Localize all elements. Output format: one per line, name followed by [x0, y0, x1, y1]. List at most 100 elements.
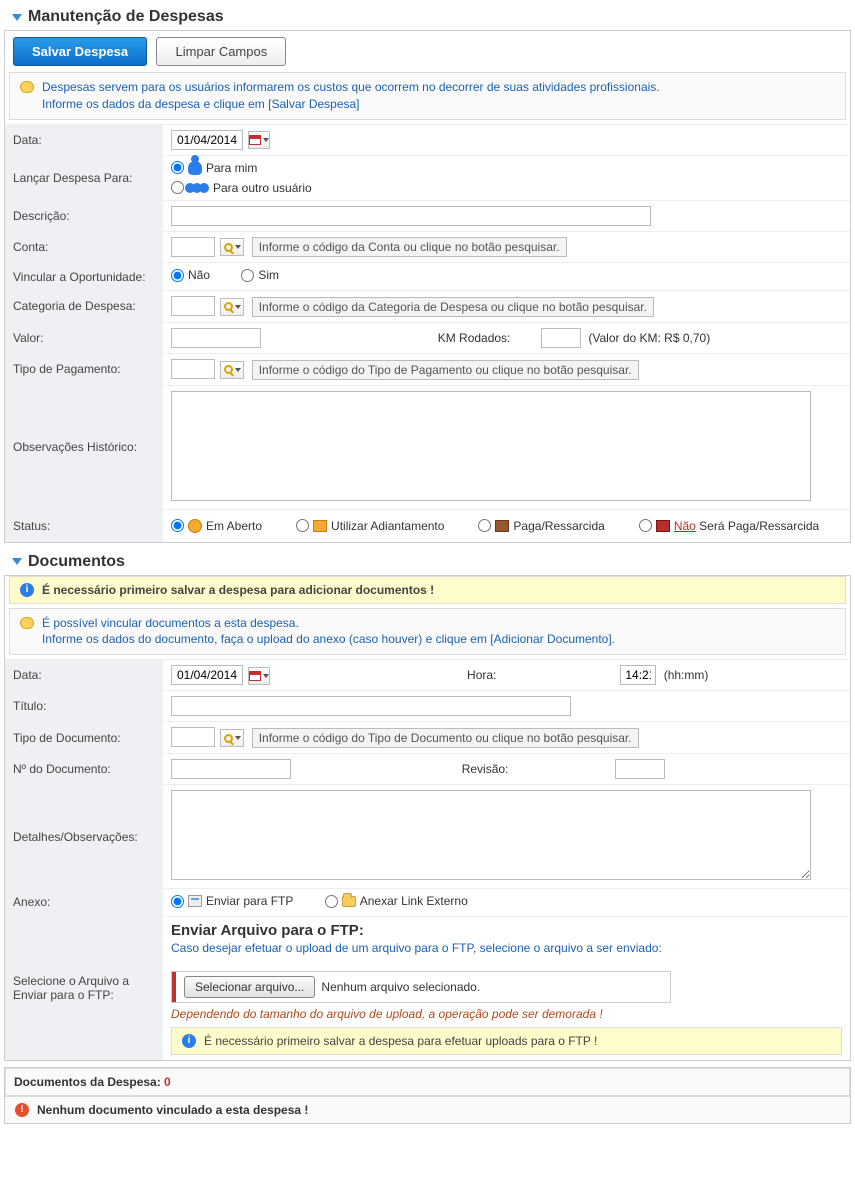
status-open-icon [188, 519, 202, 533]
expenses-panel: Salvar Despesa Limpar Campos Despesas se… [4, 30, 851, 543]
label-numdoc: Nº do Documento: [5, 754, 163, 785]
calendar-button[interactable] [248, 131, 270, 149]
ftp-need-save-box: i É necessário primeiro salvar a despesa… [171, 1027, 842, 1055]
clear-button[interactable]: Limpar Campos [156, 37, 286, 66]
status-em-aberto[interactable]: Em Aberto [171, 519, 262, 533]
doc-hora-input[interactable] [620, 665, 656, 685]
revisao-input[interactable] [615, 759, 665, 779]
collapse-icon [12, 14, 22, 21]
file-none-label: Nenhum arquivo selecionado. [321, 980, 480, 994]
conta-search-button[interactable] [220, 238, 244, 256]
documents-warn-text: É necessário primeiro salvar a despesa p… [42, 583, 434, 597]
doc-list-empty-box: ! Nenhum documento vinculado a esta desp… [5, 1096, 850, 1123]
doc-count-label: Documentos da Despesa: [14, 1075, 164, 1089]
info-icon: i [182, 1034, 196, 1048]
tipodoc-code-input[interactable] [171, 727, 215, 747]
ftp-need-save-text: É necessário primeiro salvar a despesa p… [204, 1034, 597, 1048]
status-advance-icon [313, 520, 327, 532]
label-detalhes: Detalhes/Observações: [5, 785, 163, 889]
doc-count-bar: Documentos da Despesa: 0 [5, 1068, 850, 1096]
tipopag-code-input[interactable] [171, 359, 215, 379]
lancar-opt2-label: Para outro usuário [213, 181, 312, 195]
ftp-hint: Caso desejar efetuar o upload de um arqu… [171, 941, 842, 955]
doc-data-input[interactable] [171, 665, 243, 685]
label-descricao: Descrição: [5, 200, 163, 231]
required-strip [172, 972, 176, 1002]
calendar-icon [249, 671, 261, 681]
label-lancar: Lançar Despesa Para: [5, 155, 163, 200]
radio-vincular-nao[interactable]: Não [171, 268, 210, 282]
status-wont-pay-icon [656, 520, 670, 532]
lancar-opt1-label: Para mim [206, 161, 257, 175]
chevron-down-icon [263, 138, 269, 142]
tipodoc-hint: Informe o código do Tipo de Documento ou… [252, 728, 639, 748]
descricao-input[interactable] [171, 206, 651, 226]
data-input[interactable] [171, 130, 243, 150]
doc-list-empty-text: Nenhum documento vinculado a esta despes… [37, 1103, 308, 1117]
search-icon [224, 302, 233, 311]
radio-para-mim[interactable]: Para mim [171, 161, 257, 175]
label-obs: Observações Histórico: [5, 385, 163, 509]
label-revisao: Revisão: [462, 762, 612, 776]
label-status: Status: [5, 509, 163, 542]
expenses-info-line2: Informe os dados da despesa e clique em … [42, 96, 660, 113]
status-paga[interactable]: Paga/Ressarcida [478, 519, 604, 533]
valor-input[interactable] [171, 328, 261, 348]
info-icon: i [20, 583, 34, 597]
status-nao-paga[interactable]: Não Será Paga/Ressarcida [639, 519, 819, 533]
collapse-icon [12, 558, 22, 565]
detalhes-textarea[interactable] [171, 790, 811, 880]
server-icon [188, 895, 202, 907]
expenses-info-line1: Despesas servem para os usuários informa… [42, 79, 660, 96]
conta-code-input[interactable] [171, 237, 215, 257]
doc-titulo-input[interactable] [171, 696, 571, 716]
search-icon [224, 243, 233, 252]
chevron-down-icon [235, 736, 241, 740]
user-icon [188, 161, 202, 175]
save-button[interactable]: Salvar Despesa [13, 37, 147, 66]
radio-outro-usuario[interactable]: Para outro usuário [171, 181, 312, 195]
users-icon [188, 183, 209, 193]
categoria-search-button[interactable] [220, 298, 244, 316]
radio-vincular-sim[interactable]: Sim [241, 268, 279, 282]
expenses-info-box: Despesas servem para os usuários informa… [9, 72, 846, 120]
doc-hora-hint: (hh:mm) [664, 668, 709, 682]
radio-anexo-ftp[interactable]: Enviar para FTP [171, 894, 293, 908]
calendar-icon [249, 135, 261, 145]
select-file-button[interactable]: Selecionar arquivo... [184, 976, 315, 998]
documents-save-warning: i É necessário primeiro salvar a despesa… [9, 576, 846, 604]
tipopag-search-button[interactable] [220, 361, 244, 379]
status-adiantamento[interactable]: Utilizar Adiantamento [296, 519, 444, 533]
documents-info-line2: Informe os dados do documento, faça o up… [42, 631, 615, 648]
obs-textarea[interactable] [171, 391, 811, 501]
documents-section-header: Documentos [4, 549, 851, 575]
categoria-hint: Informe o código da Categoria de Despesa… [252, 297, 654, 317]
chevron-down-icon [235, 305, 241, 309]
chevron-down-icon [235, 245, 241, 249]
numdoc-input[interactable] [171, 759, 291, 779]
search-icon [224, 734, 233, 743]
tipodoc-search-button[interactable] [220, 729, 244, 747]
status-paid-icon [495, 520, 509, 532]
km-input[interactable] [541, 328, 581, 348]
radio-anexo-link[interactable]: Anexar Link Externo [325, 894, 468, 908]
conta-hint: Informe o código da Conta ou clique no b… [252, 237, 567, 257]
label-valor: Valor: [5, 322, 163, 353]
label-data: Data: [5, 124, 163, 155]
chevron-down-icon [235, 368, 241, 372]
categoria-code-input[interactable] [171, 296, 215, 316]
label-categoria: Categoria de Despesa: [5, 290, 163, 322]
label-doc-titulo: Título: [5, 691, 163, 722]
ftp-upload-warn: Dependendo do tamanho do arquivo de uplo… [171, 1007, 842, 1021]
label-km: KM Rodados: [438, 331, 538, 345]
label-tipopag: Tipo de Pagamento: [5, 353, 163, 385]
documents-title: Documentos [28, 553, 125, 571]
expense-docs-list-panel: Documentos da Despesa: 0 ! Nenhum docume… [4, 1067, 851, 1124]
label-conta: Conta: [5, 231, 163, 263]
doc-calendar-button[interactable] [248, 667, 270, 685]
doc-count-value: 0 [164, 1075, 171, 1089]
ftp-title: Enviar Arquivo para o FTP: [171, 922, 842, 939]
documents-info-box: É possível vincular documentos a esta de… [9, 608, 846, 656]
expenses-section-header: Manutenção de Despesas [4, 4, 851, 30]
documents-info-line1: É possível vincular documentos a esta de… [42, 615, 615, 632]
